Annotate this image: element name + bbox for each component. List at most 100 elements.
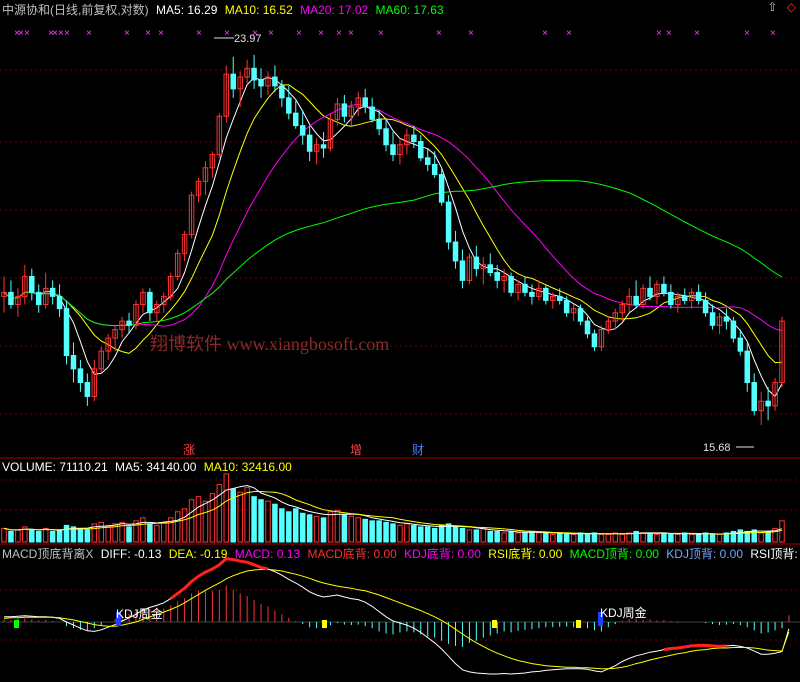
x-marker: × [694,28,700,39]
volume-bar [695,533,702,543]
candle-body [668,291,674,306]
signal-block [322,620,327,628]
volume-bar [147,523,153,543]
volume-bar [570,533,577,543]
volume-bar [418,526,424,543]
volume-bar [126,526,132,543]
candle-body [292,112,299,127]
volume-bar [174,511,181,543]
volume-bar [313,515,320,543]
diamond-icon[interactable]: ◇ [787,0,796,14]
ma10-label: MA10: 16.52 [224,3,293,17]
candle-body [459,260,466,281]
volume-bar [279,508,285,543]
candle-body [438,174,445,203]
chart-window: × × × × × × × × × × × × × × × × × × × × × × × × × × × × × 翔博软件 www.x… [0,0,800,682]
candle-body [56,295,63,310]
x-marker: × [158,28,164,39]
volume-bar [49,530,56,543]
candle-body [584,320,591,335]
volume-bar [105,524,111,543]
candle-body [8,291,14,306]
candle-body [376,118,382,130]
volume-bar [29,529,35,543]
candle-body [383,128,389,146]
kdj-label-1: KDJ周金 [116,606,163,621]
x-marker: × [224,28,230,39]
volume-bar [98,521,105,543]
volume-bar [605,533,612,543]
volume-bar [619,533,625,543]
candle-body [487,264,494,274]
candle-body [84,382,91,397]
volume-bar [473,529,480,543]
candle-body [35,291,42,306]
volume-bar [661,532,667,543]
arrow-up-icon[interactable]: ⇧ [767,0,777,14]
volume-bar [161,521,167,543]
volume-bar [188,499,195,543]
candle-body [494,272,500,281]
x-marker: × [378,28,384,39]
stock-title: 中源协和(日线,前复权,对数) [2,3,149,17]
volume-bar [35,530,42,543]
volume-bar [459,527,466,543]
volume-bar [237,491,243,543]
volume-bar [306,514,313,543]
volume-bar [737,529,744,543]
signal-block [576,620,581,628]
marker-cai: 财 [412,443,424,457]
volume-bar [195,496,202,543]
x-marker: × [124,28,130,39]
volume-bar [404,523,410,543]
candle-body [126,320,132,326]
candle-body [661,283,667,293]
candle-body [77,368,84,384]
candle-body [543,287,549,301]
candle-body [522,283,528,293]
macd-name: MACD顶底背离X [2,547,94,561]
kdj-bottom-label: KDJ底背: 0.00 [404,547,481,561]
candle-body [445,201,452,243]
diff-label: DIFF: -0.13 [100,547,162,561]
x-marker: × [468,28,474,39]
vol-ma10-label: MA10: 32416.00 [203,460,292,474]
signal-markers: ×× × ×× × × × × × × × × × × × × × × × × × × × × × × × × [14,28,776,39]
volume-bar [390,523,396,543]
chart-canvas[interactable]: ×× × ×× × × × × × × × × × × × × × × × × × × × × × × × × 翔博软件 www.x… [0,0,800,682]
volume-bar [56,529,63,543]
volume-label: VOLUME: 71110.21 [2,460,108,474]
volume-bar [543,532,549,543]
volume-bar [348,515,355,543]
candle-body [299,125,306,136]
volume-bar [265,500,271,543]
candle-body [424,157,431,165]
volume-bar [431,527,438,543]
volume-bar [272,503,278,543]
volume-bar [556,532,563,543]
candle-body [744,350,751,384]
volume-bar [529,530,535,543]
ma60-line [3,179,783,327]
candle-body [556,295,563,301]
diff-highlight [663,643,727,652]
volume-bar [424,526,431,543]
x-marker: × [145,28,151,39]
volume-bar [292,508,299,543]
volume-bar [654,533,660,543]
candle-body [577,308,584,322]
x-marker: × [348,28,354,39]
candle-body [147,291,153,314]
volume-bar [487,530,494,543]
volume-bar [327,511,334,543]
volume-bar [362,518,368,543]
volume-bar [376,520,382,543]
macd-header: MACD顶底背离X DIFF: -0.13 DEA: -0.19 MACD: 0… [2,545,800,562]
high-price-label: 23.97 [234,33,262,45]
candle-body [279,85,285,99]
volume-bar [563,533,570,543]
watermark: 翔博软件 www.xiangbosoft.com [150,334,389,354]
x-marker: × [268,28,274,39]
candle-body [431,163,438,176]
ma5-line [3,77,783,398]
